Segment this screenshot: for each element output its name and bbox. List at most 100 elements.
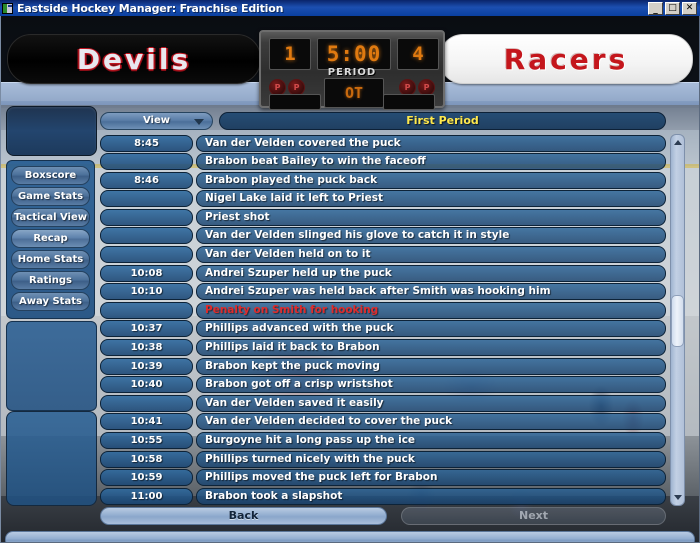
play-by-play-row: 8:46 Brabon played the puck back xyxy=(100,171,666,189)
play-by-play-row: 10:41 Van der Velden decided to cover the… xyxy=(100,413,666,431)
play-by-play-row: 10:39 Brabon kept the puck moving xyxy=(100,357,666,375)
event-description: Van der Velden saved it easily xyxy=(196,394,666,412)
play-by-play-scrollbar[interactable] xyxy=(670,134,685,506)
play-by-play-row: 10:08 Andrei Szuper held up the puck xyxy=(100,264,666,282)
sidebar-item-recap[interactable]: Recap xyxy=(11,229,90,248)
play-by-play-row: 10:55 Burgoyne hit a long pass up the ice xyxy=(100,432,666,450)
event-time xyxy=(100,190,193,208)
away-score-display: 4 xyxy=(397,38,439,70)
view-dropdown-button[interactable]: View xyxy=(100,112,213,130)
sidebar-item-home-stats[interactable]: Home Stats xyxy=(11,250,90,269)
maximize-icon: □ xyxy=(668,2,677,13)
view-dropdown-label: View xyxy=(142,115,170,126)
play-by-play-row: 10:40 Brabon got off a crisp wristshot xyxy=(100,376,666,394)
content-toolbar: View First Period xyxy=(100,112,666,132)
event-description: Brabon beat Bailey to win the faceoff xyxy=(196,153,666,171)
window-title-bar: Eastside Hockey Manager: Franchise Editi… xyxy=(0,0,700,16)
event-time: 11:00 xyxy=(100,487,193,505)
play-by-play-row: Penalty on Smith for hooking xyxy=(100,301,666,319)
event-time: 10:40 xyxy=(100,376,193,394)
event-description: Phillips advanced with the puck xyxy=(196,320,666,338)
home-score-display: 1 xyxy=(269,38,311,70)
scrollbar-thumb[interactable] xyxy=(671,295,684,347)
back-button[interactable]: Back xyxy=(100,507,387,525)
event-time: 8:46 xyxy=(100,171,193,189)
sidebar-item-label: Recap xyxy=(33,233,68,244)
close-icon: ✕ xyxy=(685,2,694,13)
play-by-play-row: 11:00 Brabon took a slapshot xyxy=(100,487,666,505)
play-by-play-row: Brabon beat Bailey to win the faceoff xyxy=(100,153,666,171)
sidebar-item-game-stats[interactable]: Game Stats xyxy=(11,187,90,206)
maximize-button[interactable]: □ xyxy=(665,1,680,15)
play-by-play-row: 10:38 Phillips laid it back to Brabon xyxy=(100,339,666,357)
event-description: Andrei Szuper held up the puck xyxy=(196,264,666,282)
event-time xyxy=(100,394,193,412)
event-time: 10:39 xyxy=(100,357,193,375)
sidebar-item-tactical-view[interactable]: Tactical View xyxy=(11,208,90,227)
away-team-banner: Racers xyxy=(439,34,693,84)
scoreboard-top-row: 1 5:00 4 xyxy=(261,36,443,70)
event-description: Van der Velden held on to it xyxy=(196,246,666,264)
scroll-down-button[interactable] xyxy=(671,491,684,504)
scoreboard: 1 5:00 4 PERIOD P P P P OT xyxy=(259,30,445,110)
chevron-up-icon xyxy=(673,140,682,145)
play-by-play-row: Van der Velden saved it easily xyxy=(100,394,666,412)
sidebar-item-label: Game Stats xyxy=(17,191,84,202)
event-description: Brabon got off a crisp wristshot xyxy=(196,376,666,394)
event-description: Van der Velden decided to cover the puck xyxy=(196,413,666,431)
play-by-play-row: 10:58 Phillips turned nicely with the puc… xyxy=(100,450,666,468)
event-description: Priest shot xyxy=(196,208,666,226)
play-by-play-row: 10:10 Andrei Szuper was held back after S… xyxy=(100,283,666,301)
footer-navigation: Back Next xyxy=(100,507,666,527)
event-time xyxy=(100,301,193,319)
sidebar-item-away-stats[interactable]: Away Stats xyxy=(11,292,90,311)
event-description: Phillips laid it back to Brabon xyxy=(196,339,666,357)
minimize-button[interactable]: _ xyxy=(648,1,663,15)
sidebar-item-label: Home Stats xyxy=(17,254,84,265)
event-description: Nigel Lake laid it left to Priest xyxy=(196,190,666,208)
event-time: 10:08 xyxy=(100,264,193,282)
next-button[interactable]: Next xyxy=(401,507,666,525)
play-by-play-row: 8:45 Van der Velden covered the puck xyxy=(100,134,666,152)
window-controls: _ □ ✕ xyxy=(648,1,697,15)
app-icon xyxy=(2,2,13,14)
event-time: 10:38 xyxy=(100,339,193,357)
minimize-icon: _ xyxy=(653,4,658,15)
event-time: 10:59 xyxy=(100,469,193,487)
sidebar-item-label: Away Stats xyxy=(19,296,82,307)
event-description: Andrei Szuper was held back after Smith … xyxy=(196,283,666,301)
event-time: 10:37 xyxy=(100,320,193,338)
event-description: Burgoyne hit a long pass up the ice xyxy=(196,432,666,449)
period-header: First Period xyxy=(219,112,666,130)
overtime-display: OT xyxy=(324,78,384,108)
home-team-banner: Devils xyxy=(7,34,261,84)
sidebar-item-label: Boxscore xyxy=(24,170,77,181)
window-title: Eastside Hockey Manager: Franchise Editi… xyxy=(17,1,284,15)
event-time: 8:45 xyxy=(100,134,193,152)
event-description: Phillips turned nicely with the puck xyxy=(196,450,666,468)
game-clock-display: 5:00 xyxy=(317,38,391,70)
event-description: Brabon took a slapshot xyxy=(196,487,666,505)
sidebar-item-ratings[interactable]: Ratings xyxy=(11,271,90,290)
close-button[interactable]: ✕ xyxy=(682,1,697,15)
home-team-name: Devils xyxy=(76,42,192,76)
event-time: 10:55 xyxy=(100,432,193,449)
event-time xyxy=(100,227,193,245)
play-by-play-row: Nigel Lake laid it left to Priest xyxy=(100,190,666,208)
sidebar-item-label: Tactical View xyxy=(13,212,87,223)
play-by-play-row: 10:59 Phillips moved the puck left for Br… xyxy=(100,469,666,487)
sidebar-item-label: Ratings xyxy=(29,275,72,286)
status-bar xyxy=(5,531,695,542)
sidebar-bottom-panel xyxy=(6,411,97,506)
chevron-down-icon xyxy=(673,495,682,500)
event-description: Brabon played the puck back xyxy=(196,171,666,189)
application-window: Eastside Hockey Manager: Franchise Editi… xyxy=(0,0,700,543)
event-time xyxy=(100,208,193,226)
sidebar-menu: Boxscore Game Stats Tactical View Recap Home… xyxy=(6,160,95,319)
team-logo-panel xyxy=(6,106,97,156)
scroll-up-button[interactable] xyxy=(671,136,684,149)
sidebar-item-boxscore[interactable]: Boxscore xyxy=(11,166,90,185)
event-time xyxy=(100,246,193,264)
event-description: Van der Velden slinged his glove to catc… xyxy=(196,227,666,245)
play-by-play-row: Van der Velden held on to it xyxy=(100,246,666,264)
